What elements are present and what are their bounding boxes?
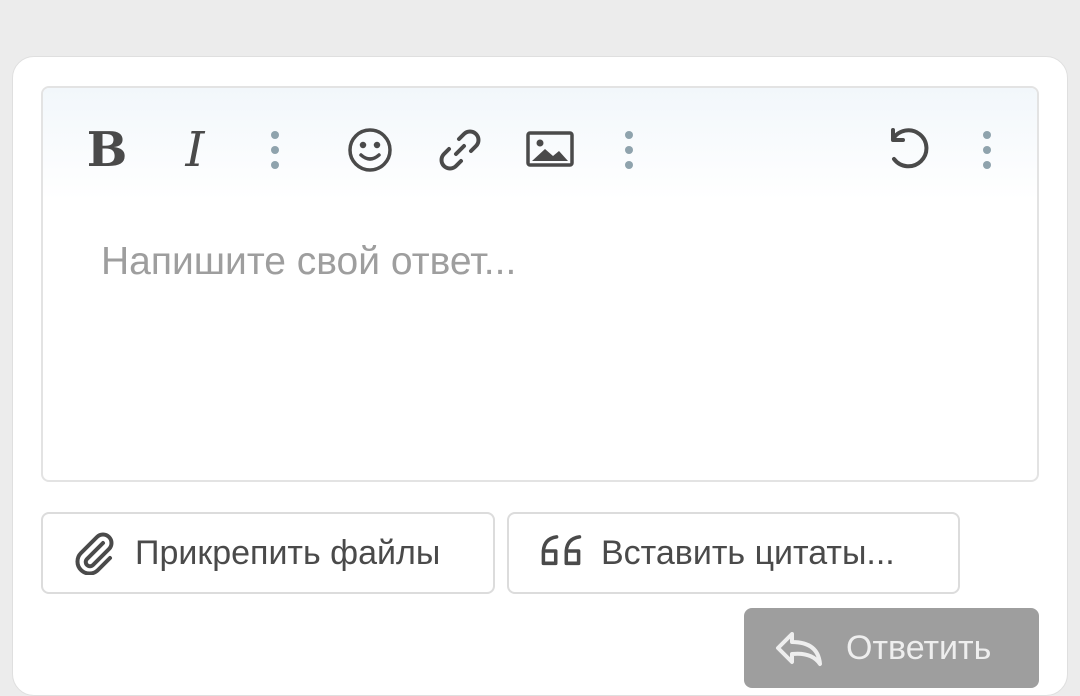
- attach-files-label: Прикрепить файлы: [135, 533, 441, 572]
- more-insert-options-button[interactable]: [599, 120, 659, 180]
- insert-quotes-button[interactable]: Вставить цитаты...: [507, 512, 960, 594]
- paperclip-icon: [73, 531, 117, 575]
- reply-label: Ответить: [846, 628, 992, 667]
- more-text-options-button[interactable]: [245, 120, 305, 180]
- insert-link-button[interactable]: [430, 120, 490, 180]
- reply-editor: B I: [41, 86, 1039, 482]
- more-vertical-icon: [271, 131, 279, 169]
- emoji-button[interactable]: [340, 120, 400, 180]
- image-icon: [526, 131, 574, 167]
- more-vertical-icon: [625, 131, 633, 169]
- link-icon: [439, 129, 481, 171]
- insert-quotes-label: Вставить цитаты...: [601, 533, 895, 572]
- quote-icon: [539, 531, 583, 575]
- insert-image-button[interactable]: [520, 120, 580, 180]
- attach-files-button[interactable]: Прикрепить файлы: [41, 512, 495, 594]
- reply-arrow-icon: [774, 628, 824, 668]
- undo-icon: [891, 128, 929, 169]
- italic-icon: I: [185, 122, 205, 178]
- italic-button[interactable]: I: [165, 120, 225, 180]
- bold-icon: B: [86, 122, 128, 178]
- editor-toolbar: B I: [43, 88, 1037, 200]
- bold-button[interactable]: B: [77, 120, 137, 180]
- undo-button[interactable]: [879, 120, 939, 180]
- smiley-icon: [348, 128, 392, 172]
- reply-input[interactable]: [43, 200, 1037, 480]
- more-options-button[interactable]: [957, 120, 1017, 180]
- more-vertical-icon: [983, 131, 991, 169]
- reply-button[interactable]: Ответить: [744, 608, 1039, 688]
